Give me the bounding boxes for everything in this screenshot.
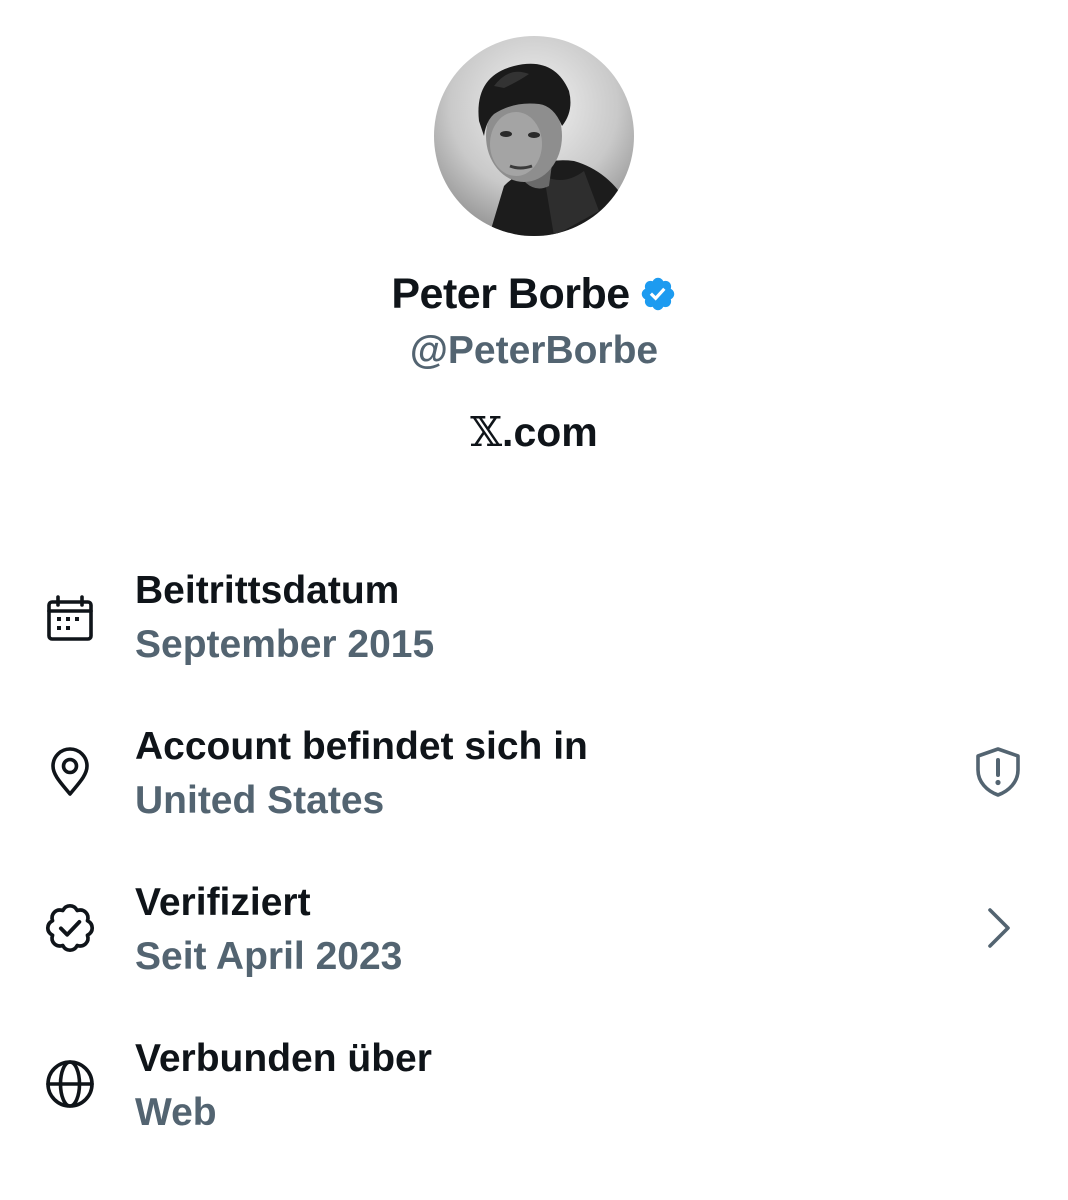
chevron-right-icon[interactable]: [970, 900, 1026, 956]
detail-row-verified[interactable]: Verifiziert Seit April 2023: [0, 878, 1068, 998]
detail-row-connected-via: Verbunden über Web: [0, 1034, 1068, 1154]
avatar-photo: [434, 36, 634, 236]
profile-name-row: Peter Borbe: [0, 266, 1068, 322]
location-pin-icon: [44, 746, 96, 798]
profile-handle: @PeterBorbe: [409, 329, 659, 372]
detail-value: United States: [135, 779, 385, 822]
detail-title: Verbunden über: [135, 1037, 432, 1080]
detail-row-account-location: Account befindet sich in United States: [0, 722, 1068, 842]
verified-badge-icon[interactable]: [639, 275, 677, 313]
x-logo-icon: 𝕏: [470, 408, 503, 456]
detail-title: Beitrittsdatum: [135, 569, 400, 612]
detail-title: Verifiziert: [135, 881, 311, 924]
shield-alert-icon[interactable]: [970, 744, 1026, 800]
profile-avatar[interactable]: [434, 36, 634, 236]
globe-icon: [44, 1058, 96, 1110]
profile-source-link[interactable]: 𝕏.com: [0, 406, 1068, 458]
verified-check-icon: [44, 902, 96, 954]
detail-value: Web: [135, 1091, 217, 1134]
detail-row-join-date: Beitrittsdatum September 2015: [0, 566, 1068, 686]
detail-value: Seit April 2023: [135, 935, 403, 978]
source-domain: .com: [502, 409, 598, 455]
detail-value: September 2015: [135, 623, 435, 666]
display-name: Peter Borbe: [391, 270, 630, 318]
detail-title: Account befindet sich in: [135, 725, 588, 768]
calendar-icon: [44, 594, 96, 646]
